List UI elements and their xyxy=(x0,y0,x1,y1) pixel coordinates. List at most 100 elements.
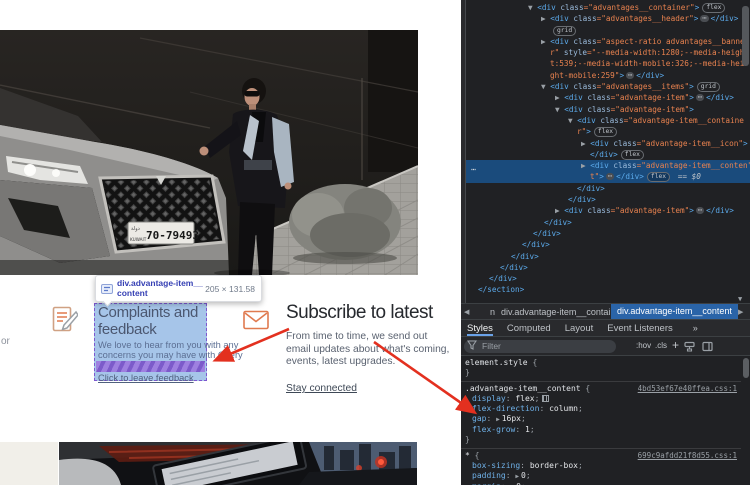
flex-badge[interactable]: flex xyxy=(702,3,725,13)
tree-line[interactable]: ▶ <div class="aspect-ratio advantages__b… xyxy=(466,36,750,47)
inspected-element-highlight[interactable]: Complaints andfeedback We love to hear f… xyxy=(94,303,207,381)
tree-line[interactable]: ▼ <div class="advantage-item__containe xyxy=(466,115,750,126)
code-segment: ▶ xyxy=(581,161,590,170)
css-property[interactable]: flex-direction: column; xyxy=(465,404,737,414)
tree-line-selected[interactable]: t">⋯</div>flex == $0 xyxy=(466,171,750,182)
elements-scrollbar[interactable] xyxy=(742,6,749,66)
property-name[interactable]: gap xyxy=(472,414,486,423)
colon: : xyxy=(486,414,496,423)
stylesheet-source-link[interactable]: 4bd53ef67e40ffea.css:1 xyxy=(638,384,737,394)
tree-line[interactable]: </div>flex xyxy=(466,149,750,160)
code-segment: > xyxy=(639,172,644,181)
code-segment: > xyxy=(599,172,604,181)
tree-line[interactable]: ▼ <div class="advantages__items">grid xyxy=(466,81,750,92)
property-name[interactable]: box-sizing xyxy=(472,461,520,470)
code-segment: class xyxy=(556,3,584,12)
tree-line[interactable]: ▶ <div class="advantage-item__icon">⋯ xyxy=(466,138,750,149)
tree-line[interactable]: </div> xyxy=(466,217,750,228)
tree-line[interactable]: r">flex xyxy=(466,126,750,137)
toggle-element-state-button[interactable]: :hov xyxy=(636,341,651,350)
code-segment: </ xyxy=(706,93,715,102)
tree-line[interactable]: ▶ <div class="advantages__header">⋯</div… xyxy=(466,13,750,24)
inline-expand-icon[interactable]: ⋯ xyxy=(696,207,704,214)
tree-line[interactable]: </div> xyxy=(466,183,750,194)
css-property[interactable]: gap: ▶16px; xyxy=(465,414,737,425)
element-classes-button[interactable]: .cls xyxy=(655,341,667,350)
tree-line-selected[interactable]: ▶ <div class="advantage-item__conten" xyxy=(466,160,750,171)
tree-line[interactable]: </div> xyxy=(466,228,750,239)
property-value[interactable]: flex xyxy=(515,394,534,403)
tree-line[interactable]: </div> xyxy=(466,251,750,262)
flex-badge[interactable]: flex xyxy=(594,127,617,137)
css-property[interactable]: flex-grow: 1; xyxy=(465,425,737,435)
grid-badge[interactable]: grid xyxy=(697,82,720,92)
tree-line[interactable]: </div> xyxy=(466,262,750,273)
stylesheet-source-link[interactable]: 699c9afdd21f8d55.css:1 xyxy=(638,451,737,461)
complaints-feedback-link[interactable]: Click to leave feedback xyxy=(98,373,194,383)
breadcrumb-clipped[interactable]: n xyxy=(490,307,495,317)
tab-styles[interactable]: Styles xyxy=(467,320,493,336)
styles-scrollbar[interactable] xyxy=(743,358,749,378)
selected-row-more-icon[interactable]: ⋯ xyxy=(471,165,475,174)
breadcrumb-scroll-right-icon[interactable]: ▶ xyxy=(738,308,743,316)
css-rule[interactable]: element.style {} xyxy=(461,356,741,382)
open-brace: { xyxy=(581,384,591,393)
tooltip-dimensions: 205 × 131.58 xyxy=(205,284,261,294)
styles-filter-input[interactable]: Filter xyxy=(464,340,616,353)
inline-expand-icon[interactable]: ⋯ xyxy=(606,173,614,180)
subscribe-title: Subscribe to latest xyxy=(286,302,436,324)
css-rule[interactable]: 699c9afdd21f8d55.css:1* {box-sizing: bor… xyxy=(461,449,741,485)
tree-line[interactable]: </div> xyxy=(466,273,750,284)
new-style-rule-button[interactable]: + xyxy=(672,338,679,352)
css-selector[interactable]: element.style xyxy=(465,358,528,367)
tree-line[interactable]: r" style="--media-width:1280;--media-hei… xyxy=(466,47,750,58)
tree-line[interactable]: ▼ <div class="advantages__container">fle… xyxy=(466,2,750,13)
tree-line[interactable]: ▶ <div class="advantage-item">⋯</div> xyxy=(466,92,750,103)
flex-editor-icon[interactable] xyxy=(542,395,549,402)
tree-line[interactable]: t:539;--media-width-mobile:326;--media-h… xyxy=(466,58,750,69)
breadcrumb-item-content-selected[interactable]: div.advantage-item__content xyxy=(611,304,738,319)
expand-triangle-icon[interactable]: ▶ xyxy=(496,416,500,423)
breadcrumb-item-container[interactable]: div.advantage-item__container xyxy=(501,307,623,317)
tree-line[interactable]: grid xyxy=(466,25,750,36)
expand-triangle-icon[interactable]: ▶ xyxy=(515,473,519,480)
css-selector[interactable]: .advantage-item__content xyxy=(465,384,581,393)
tree-line[interactable]: ▼ <div class="advantage-item"> xyxy=(466,104,750,115)
property-name[interactable]: flex-direction xyxy=(472,404,539,413)
property-name[interactable]: flex-grow xyxy=(472,425,515,434)
property-value[interactable]: 16px xyxy=(502,414,521,423)
code-segment: div xyxy=(509,263,523,272)
stay-connected-link[interactable]: Stay connected xyxy=(286,383,357,394)
tree-line[interactable]: ght-mobile:259">⋯</div> xyxy=(466,70,750,81)
inline-expand-icon[interactable]: ⋯ xyxy=(626,72,634,79)
css-property[interactable]: padding: ▶0; xyxy=(465,471,737,482)
css-property[interactable]: display: flex; xyxy=(465,394,737,404)
breadcrumb-scroll-left-icon[interactable]: ◀ xyxy=(464,308,469,316)
inline-expand-icon[interactable]: ⋯ xyxy=(700,15,708,22)
property-name[interactable]: padding xyxy=(472,471,506,480)
property-name[interactable]: display xyxy=(472,394,506,403)
flex-badge[interactable]: flex xyxy=(621,150,644,160)
code-segment: > xyxy=(695,3,700,12)
grid-badge[interactable]: grid xyxy=(553,26,576,36)
property-value[interactable]: column xyxy=(549,404,578,413)
tree-line[interactable]: </div> xyxy=(466,239,750,250)
rendering-emulation-icon[interactable] xyxy=(684,341,695,352)
property-value[interactable]: border-box xyxy=(530,461,578,470)
flex-badge[interactable]: flex xyxy=(647,172,670,182)
tab-layout[interactable]: Layout xyxy=(565,320,594,336)
scroll-overflow-icon[interactable]: ▼ xyxy=(738,295,742,303)
code-segment: > xyxy=(659,71,664,80)
computed-sidebar-toggle-icon[interactable] xyxy=(702,341,713,352)
tab-event-listeners[interactable]: Event Listeners xyxy=(607,320,672,336)
tab-computed[interactable]: Computed xyxy=(507,320,551,336)
tree-line[interactable]: </section> xyxy=(466,284,750,295)
inline-expand-icon[interactable]: ⋯ xyxy=(696,94,704,101)
tabs-overflow-icon[interactable]: » xyxy=(693,323,698,333)
css-rule[interactable]: 4bd53ef67e40ffea.css:1 .advantage-item__c… xyxy=(461,382,741,449)
tree-line[interactable]: </div> xyxy=(466,194,750,205)
clipped-text-fragment: or xyxy=(1,336,10,347)
elements-tree[interactable]: ▼ <div class="advantages__container">fle… xyxy=(466,0,750,303)
css-property[interactable]: box-sizing: border-box; xyxy=(465,461,737,471)
tree-line[interactable]: ▶ <div class="advantage-item">⋯</div> xyxy=(466,205,750,216)
